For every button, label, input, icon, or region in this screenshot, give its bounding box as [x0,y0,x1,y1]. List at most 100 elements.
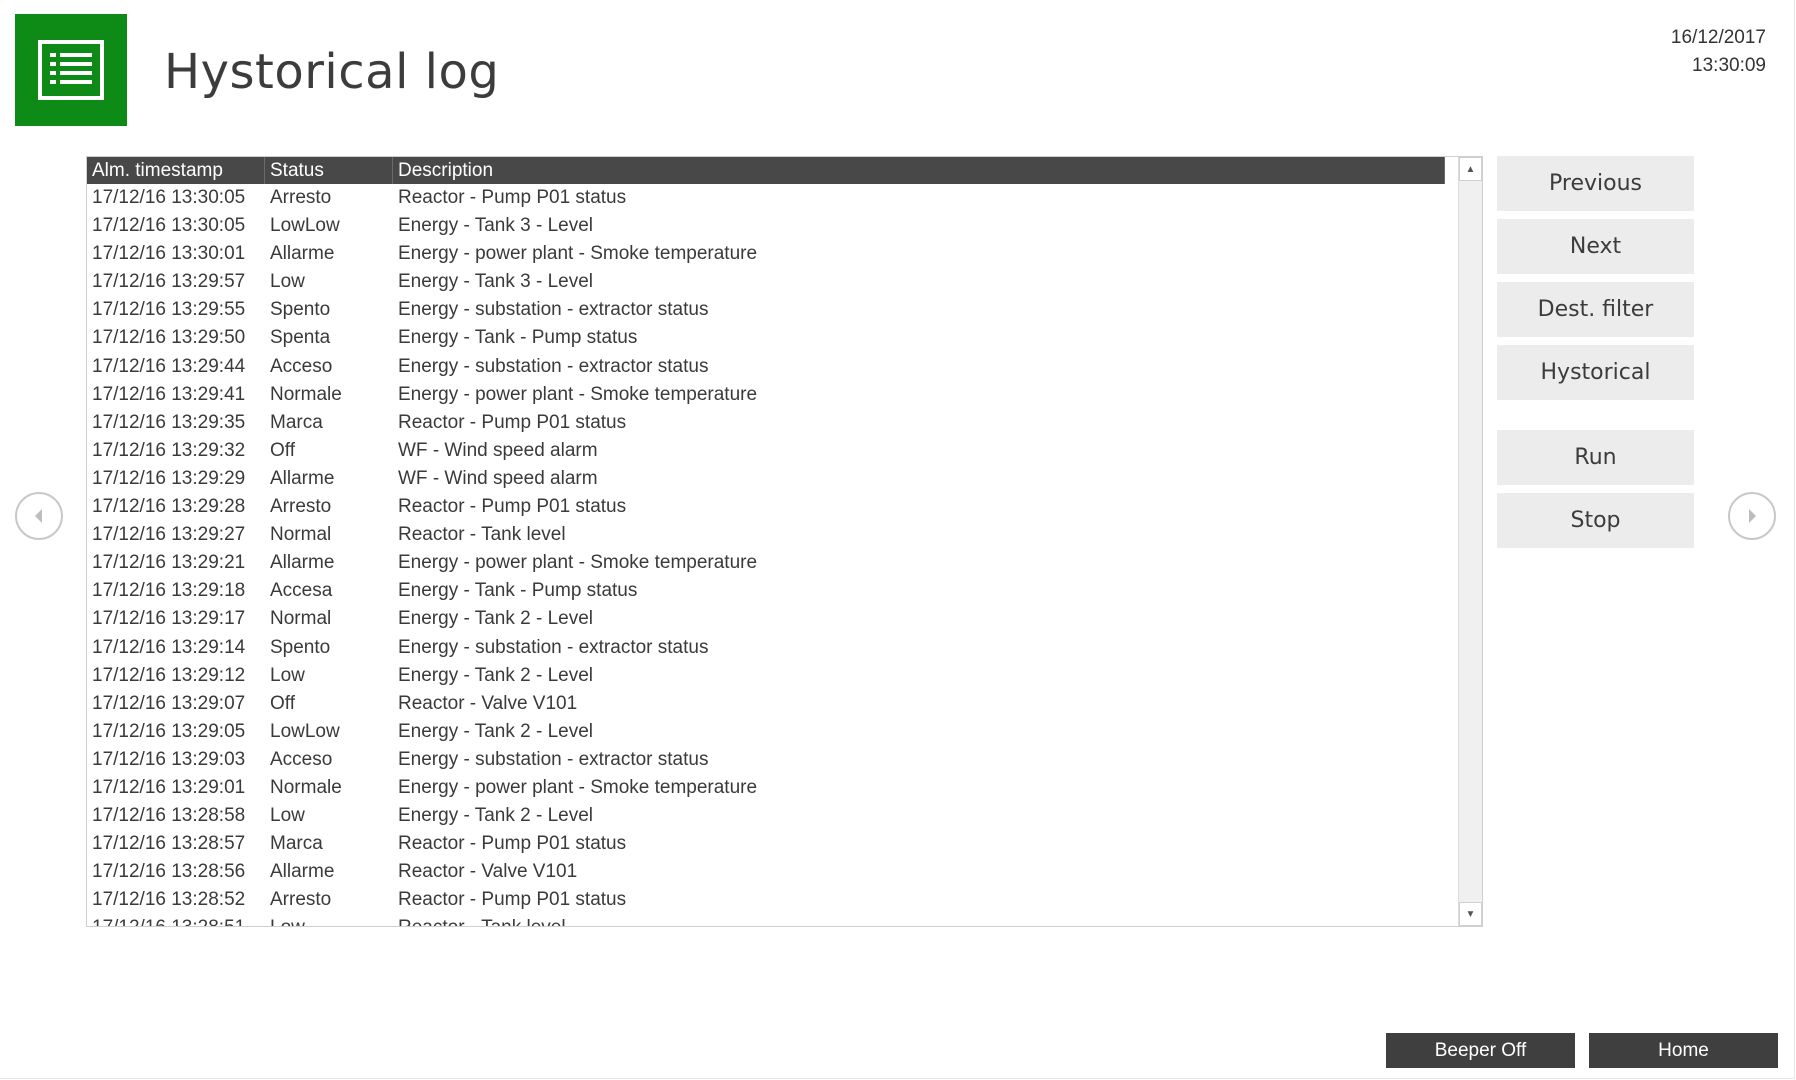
cell-description: Energy - substation - extractor status [398,636,709,658]
column-header-status[interactable]: Status [265,157,393,184]
cell-timestamp: 17/12/16 13:29:18 [92,580,246,602]
cell-description: Energy - power plant - Smoke temperature [398,776,758,798]
table-row[interactable]: 17/12/16 13:29:57 Low Energy - Tank 3 - Le… [87,268,1445,296]
table-body: 17/12/16 13:30:05 Arresto Reactor - Pump P… [87,184,1445,926]
beeper-off-button[interactable]: Beeper Off [1386,1033,1575,1068]
cell-timestamp: 17/12/16 13:29:55 [92,299,246,321]
scroll-up-icon[interactable]: ▲ [1459,157,1482,181]
cell-timestamp: 17/12/16 13:28:58 [92,805,246,827]
cell-timestamp: 17/12/16 13:28:51 [87,914,265,926]
table-row[interactable]: 17/12/16 13:29:21 Allarme Energy - power p… [87,549,1445,577]
cell-status: Allarme [270,552,335,574]
cell-status: LowLow [270,720,340,742]
cell-description: Reactor - Pump P01 status [398,833,627,855]
cell-timestamp: 17/12/16 13:28:52 [92,889,246,911]
table-row[interactable]: 17/12/16 13:29:01 Normale Energy - power p… [87,774,1445,802]
cell-description: Reactor - Tank level [398,524,566,546]
cell-description: Reactor - Pump P01 status [398,889,627,911]
table-row[interactable]: 17/12/16 13:29:18 Accesa Energy - Tank - P… [87,577,1445,605]
cell-status: Allarme [270,243,335,265]
cell-status: Spento [270,636,331,658]
stop-button[interactable]: Stop [1497,493,1694,548]
table-row[interactable]: 17/12/16 13:29:35 Marca Reactor - Pump P01… [87,409,1445,437]
cell-status: Low [270,805,305,827]
cell-status: Marca [270,411,323,433]
cell-description: Energy - Tank - Pump status [398,580,638,602]
table-row[interactable]: 17/12/16 13:29:28 Arresto Reactor - Pump P… [87,493,1445,521]
time-label: 13:30:09 [1692,55,1766,76]
cell-status: Normale [270,383,342,405]
previous-button[interactable]: Previous [1497,156,1694,211]
table-row[interactable]: 17/12/16 13:28:52 Arresto Reactor - Pump P… [87,886,1445,914]
cell-timestamp: 17/12/16 13:29:41 [92,383,246,405]
cell-timestamp: 17/12/16 13:29:12 [92,664,246,686]
home-button[interactable]: Home [1589,1033,1778,1068]
run-button[interactable]: Run [1497,430,1694,485]
table-row[interactable]: 17/12/16 13:29:14 Spento Energy - substati… [87,634,1445,662]
cell-description: Reactor - Pump P01 status [398,187,627,208]
chevron-left-icon[interactable] [15,492,63,540]
cell-description: Energy - Tank 3 - Level [398,271,594,293]
cell-timestamp: 17/12/16 13:30:05 [92,187,246,208]
table-row[interactable]: 17/12/16 13:29:32 Off WF - Wind speed alar… [87,437,1445,465]
table-row[interactable]: 17/12/16 13:29:41 Normale Energy - power p… [87,381,1445,409]
cell-timestamp: 17/12/16 13:28:56 [92,861,246,883]
table-row[interactable]: 17/12/16 13:30:05 LowLow Energy - Tank 3 -… [87,212,1445,240]
cell-description: Reactor - Valve V101 [398,692,578,714]
table-row[interactable]: 17/12/16 13:29:44 Acceso Energy - substati… [87,353,1445,381]
cell-timestamp: 17/12/16 13:29:27 [92,524,246,546]
cell-status: Allarme [270,467,335,489]
cell-timestamp: 17/12/16 13:29:57 [92,271,246,293]
hystorical-button[interactable]: Hystorical [1497,345,1694,400]
cell-status: Allarme [270,861,335,883]
table-row[interactable]: 17/12/16 13:29:07 Off Reactor - Valve V101 [87,690,1445,718]
table-row[interactable]: 17/12/16 13:29:12 Low Energy - Tank 2 - Le… [87,662,1445,690]
cell-description: WF - Wind speed alarm [398,439,598,461]
table-row[interactable]: 17/12/16 13:29:50 Spenta Energy - Tank - P… [87,324,1445,352]
cell-description: Energy - power plant - Smoke temperature [398,383,758,405]
cell-status: Arresto [270,889,332,911]
cell-status: Low [265,914,393,926]
table-row[interactable]: 17/12/16 13:30:05 Arresto Reactor - Pump P… [87,184,1445,212]
cell-status: Normale [270,776,342,798]
cell-status: Arresto [270,187,332,208]
chevron-right-icon[interactable] [1728,492,1776,540]
table-row[interactable]: 17/12/16 13:30:01 Allarme Energy - power p… [87,240,1445,268]
cell-timestamp: 17/12/16 13:29:03 [92,748,246,770]
cell-status: Acceso [270,355,333,377]
cell-description: Reactor - Valve V101 [398,861,578,883]
table-row[interactable]: 17/12/16 13:29:27 Normal Reactor - Tank le… [87,521,1445,549]
cell-timestamp: 17/12/16 13:29:50 [92,327,246,349]
cell-timestamp: 17/12/16 13:29:32 [92,439,246,461]
cell-status: Arresto [270,496,332,518]
table-row[interactable]: 17/12/16 13:29:55 Spento Energy - substati… [87,296,1445,324]
cell-status: Acceso [270,748,333,770]
cell-description: Energy - substation - extractor status [398,299,709,321]
cell-timestamp: 17/12/16 13:29:17 [92,608,246,630]
cell-description: Energy - Tank 3 - Level [398,215,594,237]
table-row[interactable]: 17/12/16 13:28:57 Marca Reactor - Pump P01… [87,830,1445,858]
cell-description: Energy - Tank 2 - Level [398,664,594,686]
column-header-description[interactable]: Description [393,157,1445,184]
table-row[interactable]: 17/12/16 13:29:17 Normal Energy - Tank 2 -… [87,605,1445,633]
next-button[interactable]: Next [1497,219,1694,274]
table-row[interactable]: 17/12/16 13:28:58 Low Energy - Tank 2 - Le… [87,802,1445,830]
cell-status: Low [270,664,305,686]
vertical-scrollbar[interactable]: ▲ ▼ [1458,157,1482,926]
dest-filter-button[interactable]: Dest. filter [1497,282,1694,337]
table-row[interactable]: 17/12/16 13:29:03 Acceso Energy - substati… [87,746,1445,774]
table-row[interactable]: 17/12/16 13:29:29 Allarme WF - Wind speed … [87,465,1445,493]
table-row[interactable]: 17/12/16 13:28:56 Allarme Reactor - Valve … [87,858,1445,886]
cell-status: Low [270,271,305,293]
table-row[interactable]: 17/12/16 13:28:51LowReactor - Tank level [87,914,1445,926]
scroll-down-icon[interactable]: ▼ [1459,902,1482,926]
cell-status: Accesa [270,580,333,602]
cell-description: Energy - Tank 2 - Level [398,720,594,742]
table-row[interactable]: 17/12/16 13:29:05 LowLow Energy - Tank 2 -… [87,718,1445,746]
page-title: Hystorical log [164,44,500,100]
cell-timestamp: 17/12/16 13:29:29 [92,467,246,489]
cell-timestamp: 17/12/16 13:29:35 [92,411,246,433]
cell-description: Energy - Tank 2 - Level [398,805,594,827]
column-header-timestamp[interactable]: Alm. timestamp [87,157,265,184]
cell-description: Energy - substation - extractor status [398,748,709,770]
